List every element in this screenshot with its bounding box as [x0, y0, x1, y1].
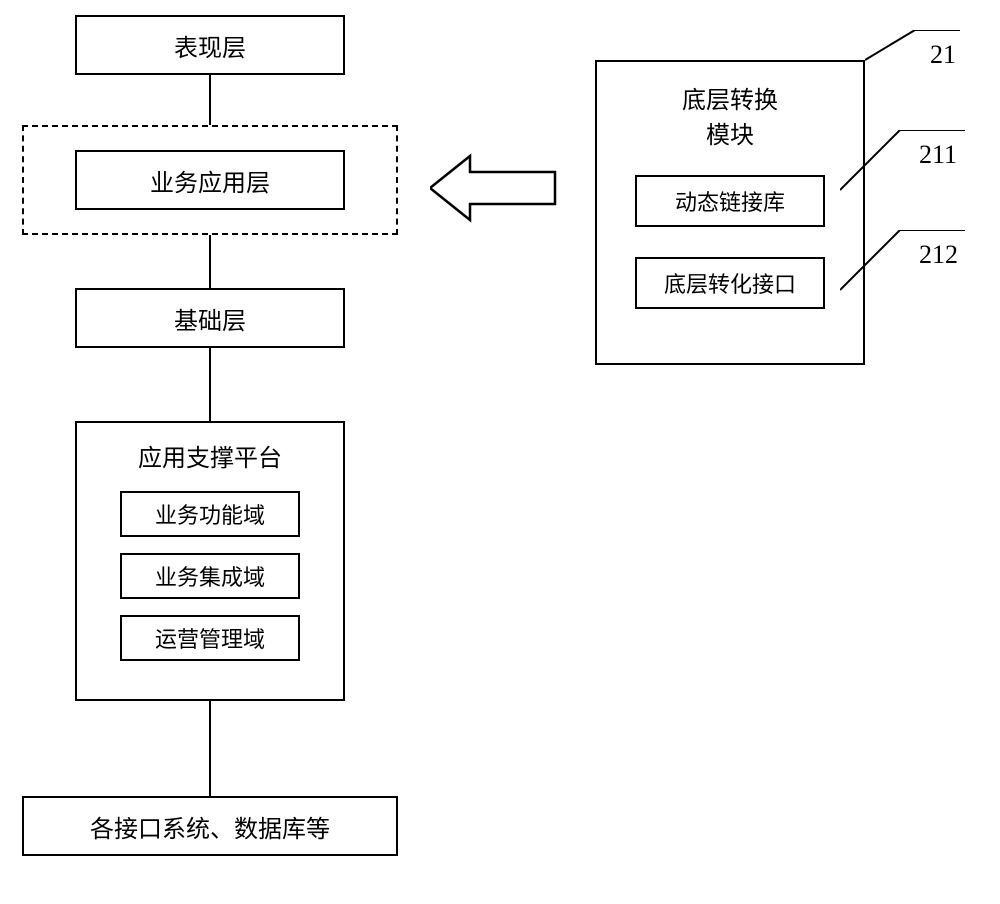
app-support-platform-title: 应用支撑平台: [77, 438, 343, 473]
ref-label-21: 21: [930, 40, 956, 70]
dynamic-link-library-label: 动态链接库: [675, 185, 785, 217]
operation-management-domain-box: 运营管理域: [120, 615, 300, 661]
foundation-layer-box: 基础层: [75, 288, 345, 348]
block-arrow-left: [430, 148, 560, 228]
conversion-module-box: 底层转换 模块 动态链接库 底层转化接口: [595, 60, 865, 365]
business-app-layer-box: 业务应用层: [75, 150, 345, 210]
presentation-layer-label: 表现层: [174, 28, 246, 63]
ref-label-211: 211: [919, 140, 957, 170]
business-app-layer-label: 业务应用层: [150, 163, 270, 198]
business-function-domain-box: 业务功能域: [120, 491, 300, 537]
conversion-module-title: 底层转换 模块: [597, 80, 863, 150]
connector-3: [209, 348, 211, 421]
interface-systems-label: 各接口系统、数据库等: [90, 809, 330, 844]
interface-systems-box: 各接口系统、数据库等: [22, 796, 398, 856]
operation-management-domain-label: 运营管理域: [155, 622, 265, 654]
business-integration-domain-box: 业务集成域: [120, 553, 300, 599]
business-function-domain-label: 业务功能域: [155, 498, 265, 530]
app-support-platform-box: 应用支撑平台 业务功能域 业务集成域 运营管理域: [75, 421, 345, 701]
conversion-interface-label: 底层转化接口: [664, 267, 796, 299]
foundation-layer-label: 基础层: [174, 301, 246, 336]
business-integration-domain-label: 业务集成域: [155, 560, 265, 592]
presentation-layer-box: 表现层: [75, 15, 345, 75]
connector-4: [209, 701, 211, 796]
dynamic-link-library-box: 动态链接库: [635, 175, 825, 227]
conversion-interface-box: 底层转化接口: [635, 257, 825, 309]
ref-label-212: 212: [919, 240, 958, 270]
connector-2: [209, 235, 211, 288]
connector-1: [209, 75, 211, 125]
